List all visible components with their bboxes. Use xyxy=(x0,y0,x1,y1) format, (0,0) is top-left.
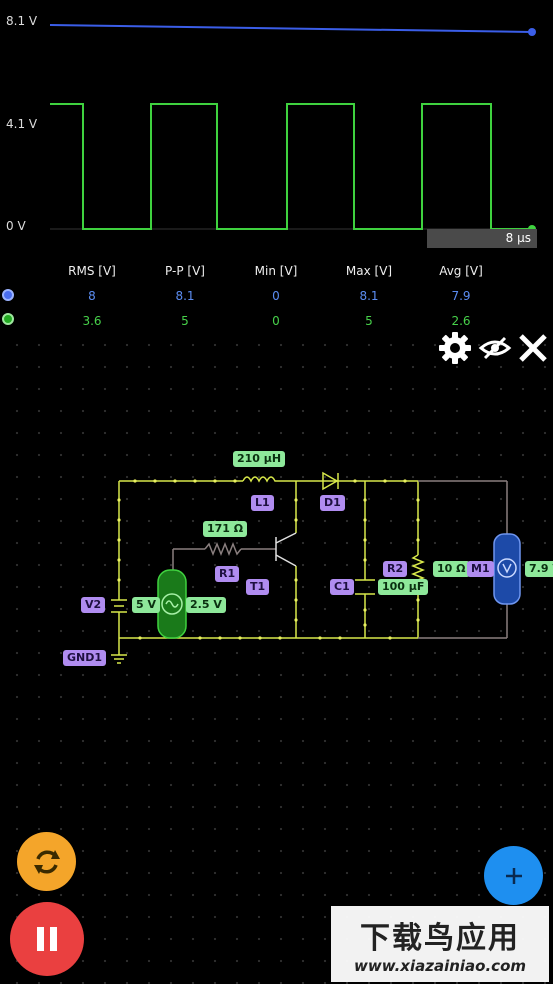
inductor-name-label: L1 xyxy=(251,495,274,511)
ac-source xyxy=(157,569,187,639)
watermark-url: www.xiazainiao.com xyxy=(353,957,527,975)
refresh-button[interactable] xyxy=(17,832,76,891)
source-name-label: V2 xyxy=(81,597,106,613)
resistor1-name-label: R1 xyxy=(215,566,240,582)
circuit-schematic xyxy=(111,471,521,664)
add-component-button[interactable] xyxy=(484,846,543,905)
inductor-value-label: 210 µH xyxy=(233,451,286,467)
source-amplitude-label: 5 V xyxy=(132,597,160,613)
watermark: 下载鸟应用 www.xiazainiao.com xyxy=(331,906,549,982)
inductor-l1 xyxy=(242,476,281,483)
pause-icon xyxy=(37,927,57,951)
meter-value-label: 7.9 V xyxy=(525,561,553,577)
voltmeter-m1 xyxy=(493,533,521,605)
meter-name-label: M1 xyxy=(467,561,494,577)
refresh-icon xyxy=(33,849,60,874)
ground-name-label: GND1 xyxy=(63,650,107,666)
transistor-t1 xyxy=(275,532,297,567)
transistor-name-label: T1 xyxy=(246,579,270,595)
diode-d1 xyxy=(320,471,345,491)
pause-button[interactable] xyxy=(10,902,84,976)
ground-symbol xyxy=(111,638,127,664)
source-offset-label: 2.5 V xyxy=(186,597,226,613)
source-v2-symbol xyxy=(111,599,127,613)
resistor1-value-label: 171 Ω xyxy=(203,521,248,537)
watermark-title: 下载鸟应用 xyxy=(360,921,520,956)
resistor-r1 xyxy=(204,541,242,557)
capacitor-c1 xyxy=(355,579,375,595)
capacitor-value-label: 100 µF xyxy=(378,579,429,595)
capacitor-name-label: C1 xyxy=(330,579,354,595)
plus-icon xyxy=(505,867,522,884)
diode-name-label: D1 xyxy=(320,495,345,511)
resistor2-name-label: R2 xyxy=(383,561,408,577)
resistor2-value-label: 10 Ω xyxy=(433,561,470,577)
